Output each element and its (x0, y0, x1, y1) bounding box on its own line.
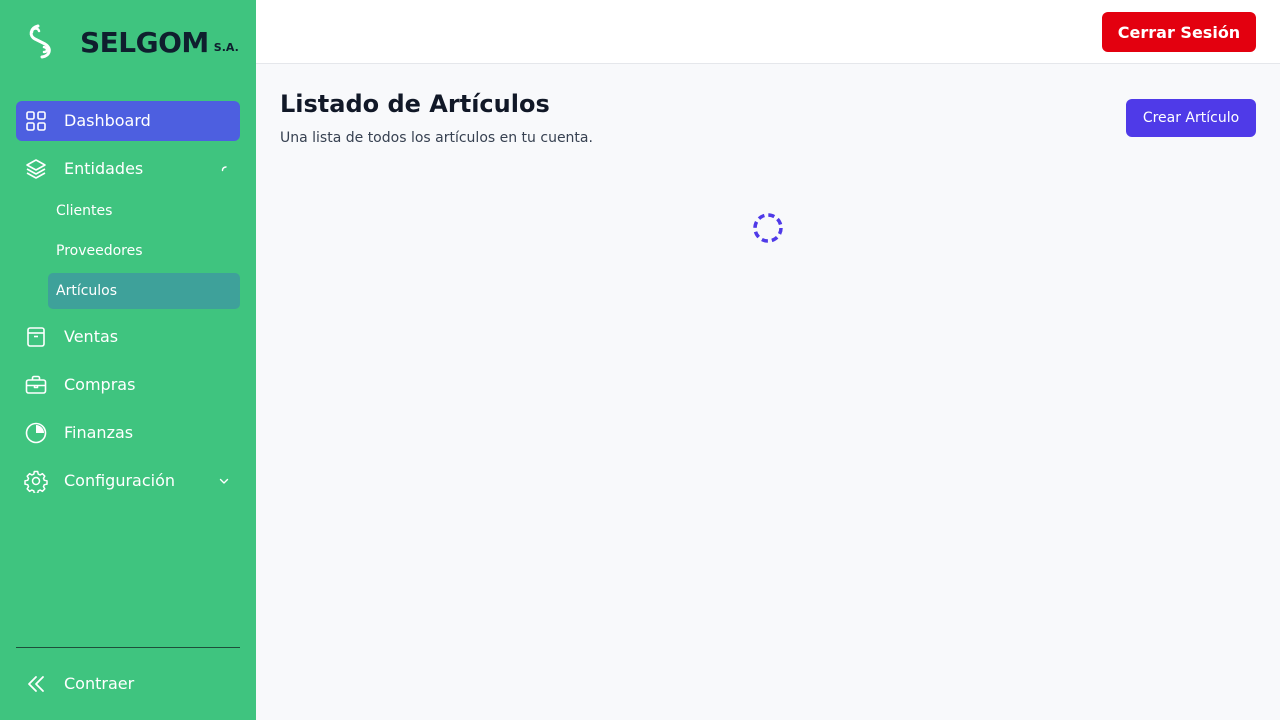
sidebar-item-ventas[interactable]: Ventas (16, 317, 240, 357)
sidebar-subitem-label: Clientes (56, 203, 113, 219)
sidebar-item-label: Ventas (64, 327, 119, 346)
page-title: Listado de Artículos (280, 90, 550, 118)
top-bar: Cerrar Sesión (256, 0, 1280, 64)
sidebar-item-configuracion[interactable]: Configuración (16, 461, 240, 501)
brand-name: SELGOM (80, 25, 209, 59)
briefcase-icon (25, 375, 47, 394)
sidebar-item-entidades[interactable]: Entidades (16, 149, 240, 189)
logout-button[interactable]: Cerrar Sesión (1102, 12, 1256, 52)
sidebar-item-label: Compras (64, 375, 136, 394)
pie-chart-icon (25, 422, 47, 444)
chevron-icon (221, 166, 227, 172)
layers-icon (26, 159, 46, 179)
loading-spinner-icon (753, 213, 783, 243)
sidebar-divider (16, 647, 240, 648)
brand-suffix: S.A. (213, 40, 239, 54)
sidebar-subitem-label: Artículos (56, 283, 118, 299)
sidebar-item-label: Entidades (64, 159, 144, 178)
sidebar-subitem-proveedores[interactable]: Proveedores (48, 233, 240, 269)
page-subtitle: Una lista de todos los artículos en tu c… (280, 130, 593, 146)
sidebar-item-label: Finanzas (64, 423, 134, 442)
logo[interactable]: SELGOM S.A. (24, 22, 239, 62)
logo-mark-icon (29, 24, 51, 59)
sidebar-item-dashboard[interactable]: Dashboard (16, 101, 240, 141)
create-article-button[interactable]: Crear Artículo (1126, 99, 1256, 137)
sidebar-subitem-articulos[interactable]: Artículos (48, 273, 240, 309)
sidebar-item-compras[interactable]: Compras (16, 365, 240, 405)
archive-box-icon (27, 327, 45, 347)
collapse-sidebar-button[interactable]: Contraer (16, 664, 240, 704)
sidebar-item-label: Configuración (64, 471, 176, 490)
grid-icon (26, 111, 46, 131)
sidebar-subitem-label: Proveedores (56, 243, 143, 259)
sidebar-item-label: Dashboard (64, 111, 151, 130)
chevron-down-icon (219, 478, 229, 484)
sidebar-subitem-clientes[interactable]: Clientes (48, 193, 240, 229)
gear-icon (24, 470, 48, 493)
collapse-label: Contraer (64, 674, 135, 693)
chevron-double-left-icon (28, 676, 44, 692)
sidebar-item-finanzas[interactable]: Finanzas (16, 413, 240, 453)
sidebar: SELGOM S.A. Dashboard Entidades Clientes… (0, 0, 256, 720)
